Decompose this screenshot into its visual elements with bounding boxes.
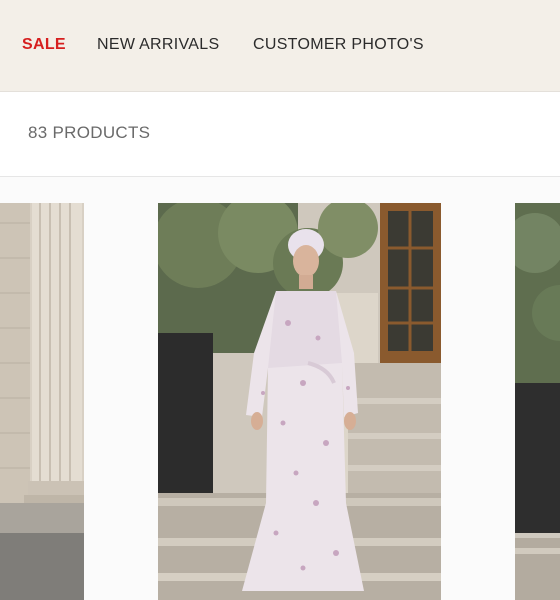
greenery-building-image <box>515 203 560 600</box>
product-card-right[interactable] <box>515 203 560 600</box>
nav-customer-photos-link[interactable]: CUSTOMER PHOTO'S <box>253 36 424 54</box>
product-grid <box>0 177 560 600</box>
nav-sale-link[interactable]: SALE <box>22 36 66 54</box>
model-floral-dress-image <box>158 203 441 600</box>
product-count: 83 PRODUCTS <box>28 123 151 142</box>
product-count-bar: 83 PRODUCTS <box>0 92 560 177</box>
nav-new-arrivals-link[interactable]: NEW ARRIVALS <box>97 36 219 54</box>
building-columns-image <box>0 203 84 600</box>
product-card-left[interactable] <box>0 203 84 600</box>
product-card-center[interactable] <box>158 203 441 600</box>
top-navigation: SALE NEW ARRIVALS CUSTOMER PHOTO'S <box>0 0 560 92</box>
